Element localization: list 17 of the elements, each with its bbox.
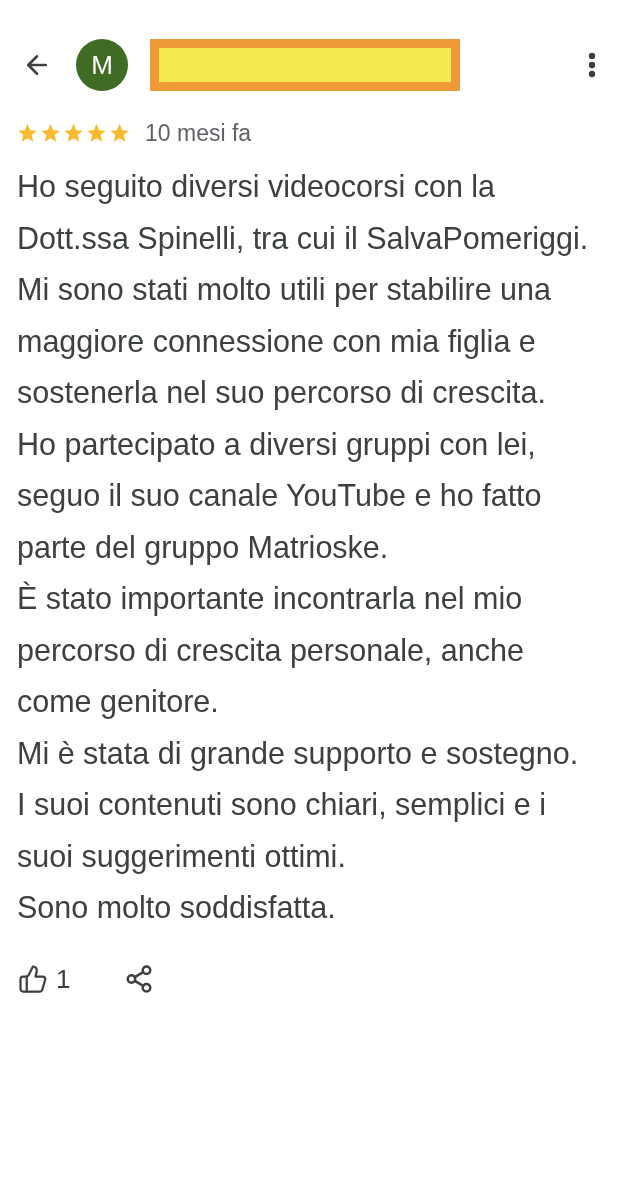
more-icon	[588, 52, 596, 78]
star-icon	[16, 122, 39, 144]
review-text: Ho seguito diversi videocorsi con la Dott.ssa Spinelli, tra cui il SalvaPomeriggi.	[17, 168, 590, 258]
star-icon	[85, 122, 108, 144]
like-button[interactable]: 1	[18, 959, 71, 999]
star-icon	[108, 122, 131, 144]
avatar: M	[76, 39, 128, 91]
review-text: Mi sono stati molto utili per stabilire una maggiore connessione con mia figlia e sostenerla nel suo percorso di crescita.	[17, 271, 552, 412]
review-text: I suoi contenuti sono chiari, semplici e i suoi suggerimenti ottimi.	[17, 786, 547, 876]
review-text: È stato importante incontrarla nel mio percorso di crescita personale, anche come genitore.	[17, 580, 525, 721]
review-time: 10 mesi fa	[145, 118, 252, 148]
thumbs-up-icon	[18, 964, 48, 994]
review-text: Ho partecipato a diversi gruppi con lei, seguo il suo canale YouTube e ho fatto parte del gruppo Matrioske.	[17, 425, 543, 567]
review-text: Sono molto soddisfatta.	[17, 889, 337, 926]
star-icon	[39, 122, 62, 144]
star-icon	[62, 122, 85, 144]
review-text: Mi è stata di grande supporto e sostegno.	[17, 734, 580, 773]
